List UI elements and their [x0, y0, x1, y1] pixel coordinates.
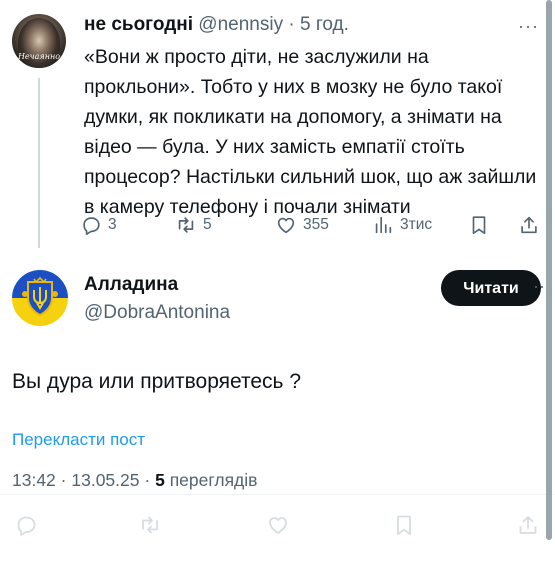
tweet-time[interactable]: 5 год.: [300, 14, 349, 35]
coat-of-arms-icon: [22, 276, 58, 317]
share-button[interactable]: [518, 210, 540, 240]
repost-icon: [142, 516, 158, 534]
share-icon: [519, 516, 537, 534]
reply-button[interactable]: [14, 510, 38, 540]
repost-count: 5: [203, 216, 212, 233]
share-button[interactable]: [516, 510, 540, 540]
reply-icon: [17, 516, 36, 536]
avatar-signature: Нечаянно: [17, 52, 61, 61]
tweet-date[interactable]: 13.05.25: [71, 470, 139, 490]
like-icon: [277, 217, 295, 234]
separator: ·: [144, 470, 151, 490]
tweet-header: не сьогодні @nennsiy · 5 год.: [84, 12, 544, 38]
reply-tweet-actions: 3 5 355 3тис: [80, 210, 545, 240]
thread-connector-line: [38, 78, 40, 248]
reply-icon: [83, 217, 100, 235]
avatar[interactable]: [12, 270, 68, 326]
like-icon: [269, 517, 287, 534]
avatar[interactable]: Нечаянно: [12, 14, 66, 68]
views-count: 5: [155, 470, 165, 490]
tweet-text: «Вони ж просто діти, не заслужили на про…: [84, 46, 537, 218]
views-count: 3тис: [400, 216, 433, 233]
separator: ·: [288, 14, 295, 35]
reply-tweet: не сьогодні @nennsiy · 5 год. «Вони ж пр…: [84, 12, 544, 222]
tweet-time[interactable]: 13:42: [12, 470, 56, 490]
bookmark-button[interactable]: [468, 210, 490, 240]
tweet-meta: 13:42 · 13.05.25 · 5 переглядів: [12, 470, 257, 491]
like-button[interactable]: 355: [275, 210, 329, 240]
main-tweet-actions: [0, 510, 555, 540]
bookmark-icon: [397, 515, 411, 535]
reply-button[interactable]: 3: [80, 210, 117, 240]
like-count: 355: [303, 216, 329, 233]
separator: ·: [60, 470, 67, 490]
tweet-text: Вы дура или притворяетесь ?: [12, 370, 302, 393]
more-options-button[interactable]: ···: [518, 16, 539, 37]
views-icon: [375, 216, 392, 234]
views-label: переглядів: [169, 470, 258, 490]
divider: [0, 494, 555, 495]
views-button[interactable]: 3тис: [372, 210, 432, 240]
reply-count: 3: [108, 216, 117, 233]
follow-button[interactable]: Читати: [441, 270, 541, 306]
like-button[interactable]: [266, 510, 290, 540]
repost-button[interactable]: 5: [175, 210, 212, 240]
bookmark-icon: [472, 216, 486, 235]
author-name[interactable]: Алладина: [84, 274, 178, 296]
author-handle[interactable]: @DobraAntonina: [84, 302, 230, 324]
author-name[interactable]: не сьогодні: [84, 14, 193, 35]
repost-icon: [178, 217, 194, 233]
translate-post-link[interactable]: Перекласти пост: [12, 430, 145, 450]
share-icon: [521, 216, 537, 234]
repost-button[interactable]: [138, 510, 162, 540]
author-handle[interactable]: @nennsiy: [198, 14, 283, 35]
bookmark-button[interactable]: [392, 510, 416, 540]
scrollbar[interactable]: [546, 0, 552, 540]
